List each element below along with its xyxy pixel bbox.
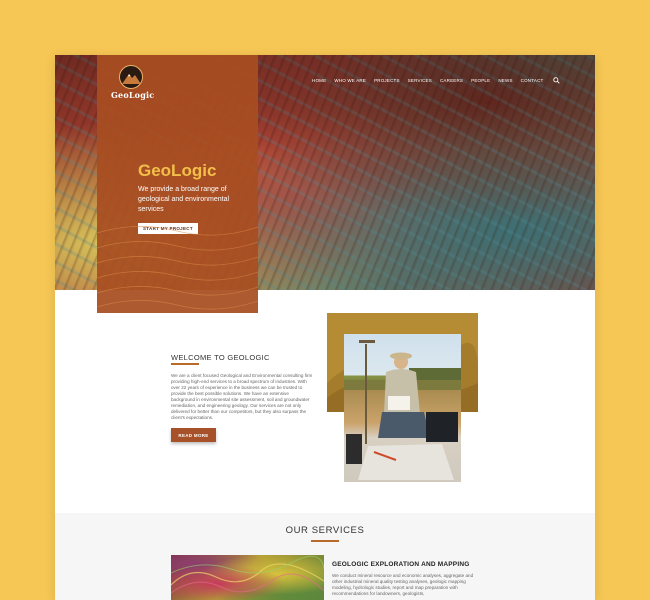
logo-text: GeoLogic [111, 90, 155, 100]
nav-item-news[interactable]: NEWS [498, 78, 512, 83]
services-title: OUR SERVICES [285, 525, 365, 536]
main-navigation: HOME WHO WE ARE PROJECTS SERVICES CAREER… [312, 77, 561, 84]
mountain-logo-icon [119, 65, 143, 89]
services-underline [311, 540, 339, 542]
welcome-body-text: We are a client focused Geological and E… [171, 373, 313, 420]
read-more-button[interactable]: READ MORE [171, 428, 216, 442]
services-section: OUR SERVICES GEOLOGIC EXPLORATION AND MA… [55, 513, 595, 600]
hero-title: GeoLogic [138, 161, 217, 180]
nav-item-services[interactable]: SERVICES [408, 78, 432, 83]
service-image [171, 555, 324, 600]
nav-item-careers[interactable]: CAREERS [440, 78, 463, 83]
heading-underline [171, 363, 199, 365]
search-icon[interactable] [553, 77, 561, 84]
service-heading: GEOLOGIC EXPLORATION AND MAPPING [332, 561, 470, 568]
nav-item-contact[interactable]: CONTACT [521, 78, 544, 83]
logo[interactable]: GeoLogic [111, 65, 155, 100]
nav-item-who-we-are[interactable]: WHO WE ARE [334, 78, 366, 83]
nav-item-projects[interactable]: PROJECTS [374, 78, 400, 83]
contour-lines-decoration [97, 226, 258, 310]
geologist-photo [344, 334, 461, 482]
service-body-text: We conduct mineral resource and economic… [332, 573, 474, 596]
website-mockup: HOME WHO WE ARE PROJECTS SERVICES CAREER… [55, 55, 595, 600]
nav-item-people[interactable]: PEOPLE [471, 78, 490, 83]
welcome-heading: WELCOME TO GEOLOGIC [171, 353, 270, 362]
nav-item-home[interactable]: HOME [312, 78, 326, 83]
hero-brand-panel: GeoLogic GeoLogic We provide a broad ran… [97, 55, 258, 313]
